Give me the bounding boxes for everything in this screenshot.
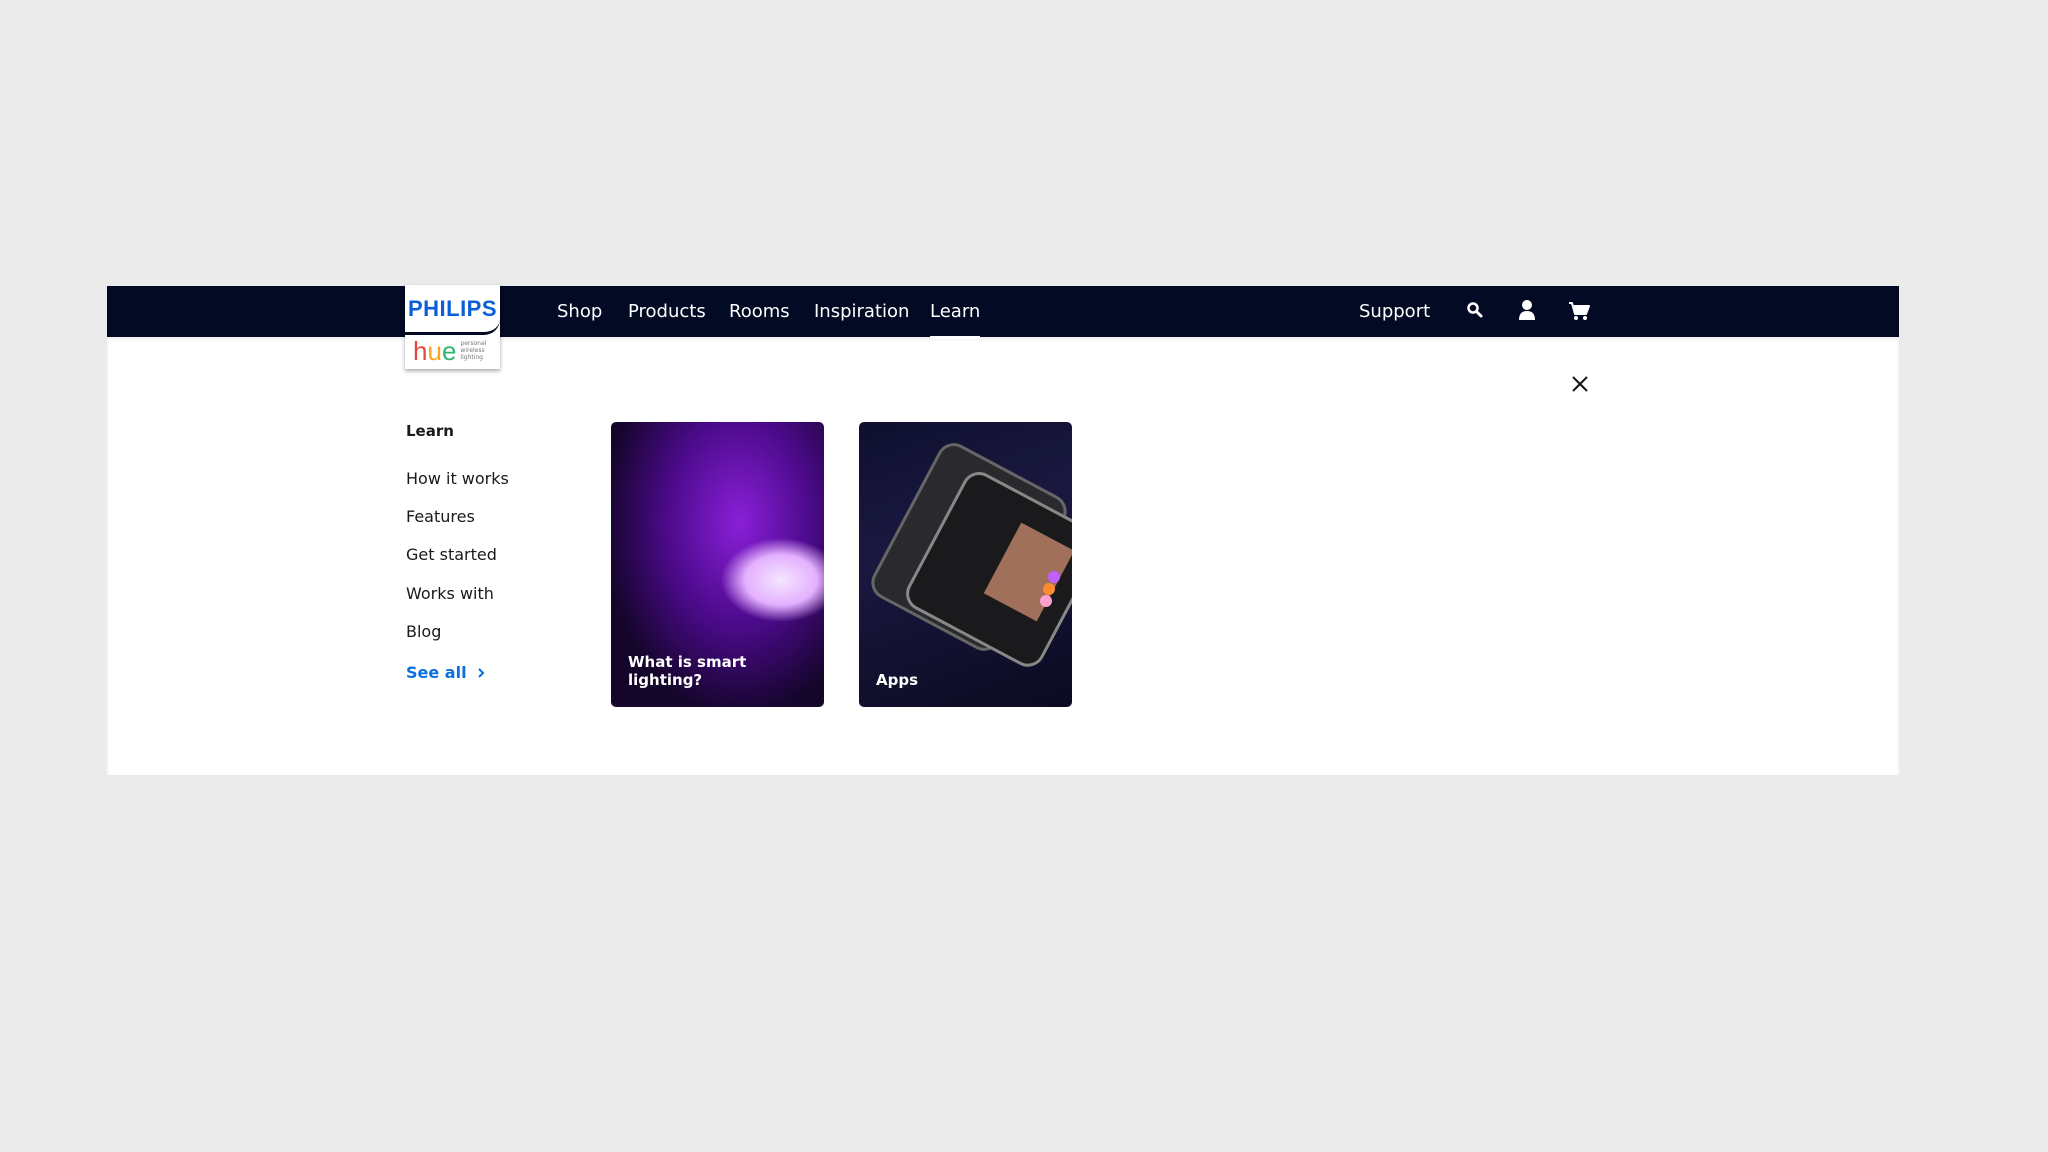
user-icon[interactable] (1517, 299, 1537, 321)
philips-hue-logo[interactable]: PHILIPS hue personal wireless lighting (405, 285, 500, 369)
search-icon[interactable] (1466, 301, 1484, 319)
chevron-right-icon (477, 667, 484, 678)
card-what-is-smart-lighting[interactable]: What is smart lighting? (611, 422, 824, 707)
nav-rooms[interactable]: Rooms (729, 301, 790, 322)
menu-item-works-with[interactable]: Works with (406, 584, 494, 603)
menu-heading: Learn (406, 422, 454, 440)
philips-wordmark: PHILIPS (405, 285, 500, 335)
nav-products[interactable]: Products (628, 301, 706, 322)
card-label: What is smart lighting? (628, 653, 747, 689)
menu-item-blog[interactable]: Blog (406, 622, 441, 641)
menu-item-how-it-works[interactable]: How it works (406, 469, 509, 488)
see-all-link[interactable]: See all (406, 663, 485, 682)
cart-icon[interactable] (1568, 301, 1590, 321)
menu-item-get-started[interactable]: Get started (406, 545, 497, 564)
card-label: Apps (876, 671, 919, 689)
menu-item-features[interactable]: Features (406, 507, 475, 526)
hue-wordmark: hue (413, 335, 457, 366)
phones-illustration (871, 443, 1072, 667)
nav-inspiration[interactable]: Inspiration (814, 301, 909, 322)
close-icon[interactable] (1570, 374, 1590, 394)
nav-shop[interactable]: Shop (557, 301, 602, 322)
card-apps[interactable]: Apps (859, 422, 1072, 707)
nav-support[interactable]: Support (1359, 301, 1430, 322)
nav-learn[interactable]: Learn (930, 301, 981, 339)
hue-tagline: personal wireless lighting (460, 340, 487, 361)
see-all-label: See all (406, 663, 467, 682)
